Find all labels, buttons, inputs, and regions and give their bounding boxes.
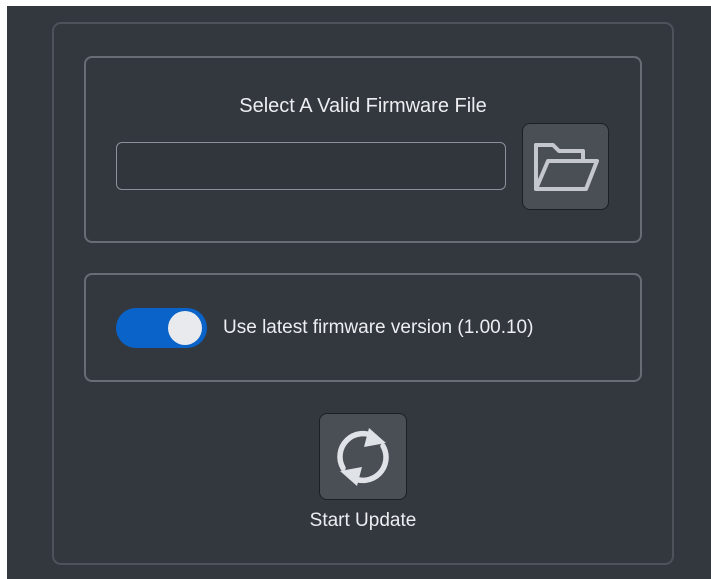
firmware-file-title: Select A Valid Firmware File — [239, 95, 487, 117]
use-latest-firmware-label: Use latest firmware version (1.00.10) — [223, 317, 534, 338]
start-update-button[interactable] — [319, 413, 407, 500]
refresh-icon — [337, 427, 389, 486]
latest-firmware-panel: Use latest firmware version (1.00.10) — [84, 273, 642, 382]
firmware-update-window: Select A Valid Firmware File Use latest … — [7, 6, 711, 579]
folder-open-icon — [533, 142, 599, 191]
firmware-file-path-input[interactable] — [116, 142, 506, 190]
firmware-file-panel: Select A Valid Firmware File — [84, 56, 642, 243]
start-update-label: Start Update — [309, 510, 417, 531]
toggle-knob — [168, 311, 202, 345]
browse-firmware-button[interactable] — [522, 123, 609, 210]
use-latest-firmware-toggle[interactable] — [116, 308, 207, 348]
